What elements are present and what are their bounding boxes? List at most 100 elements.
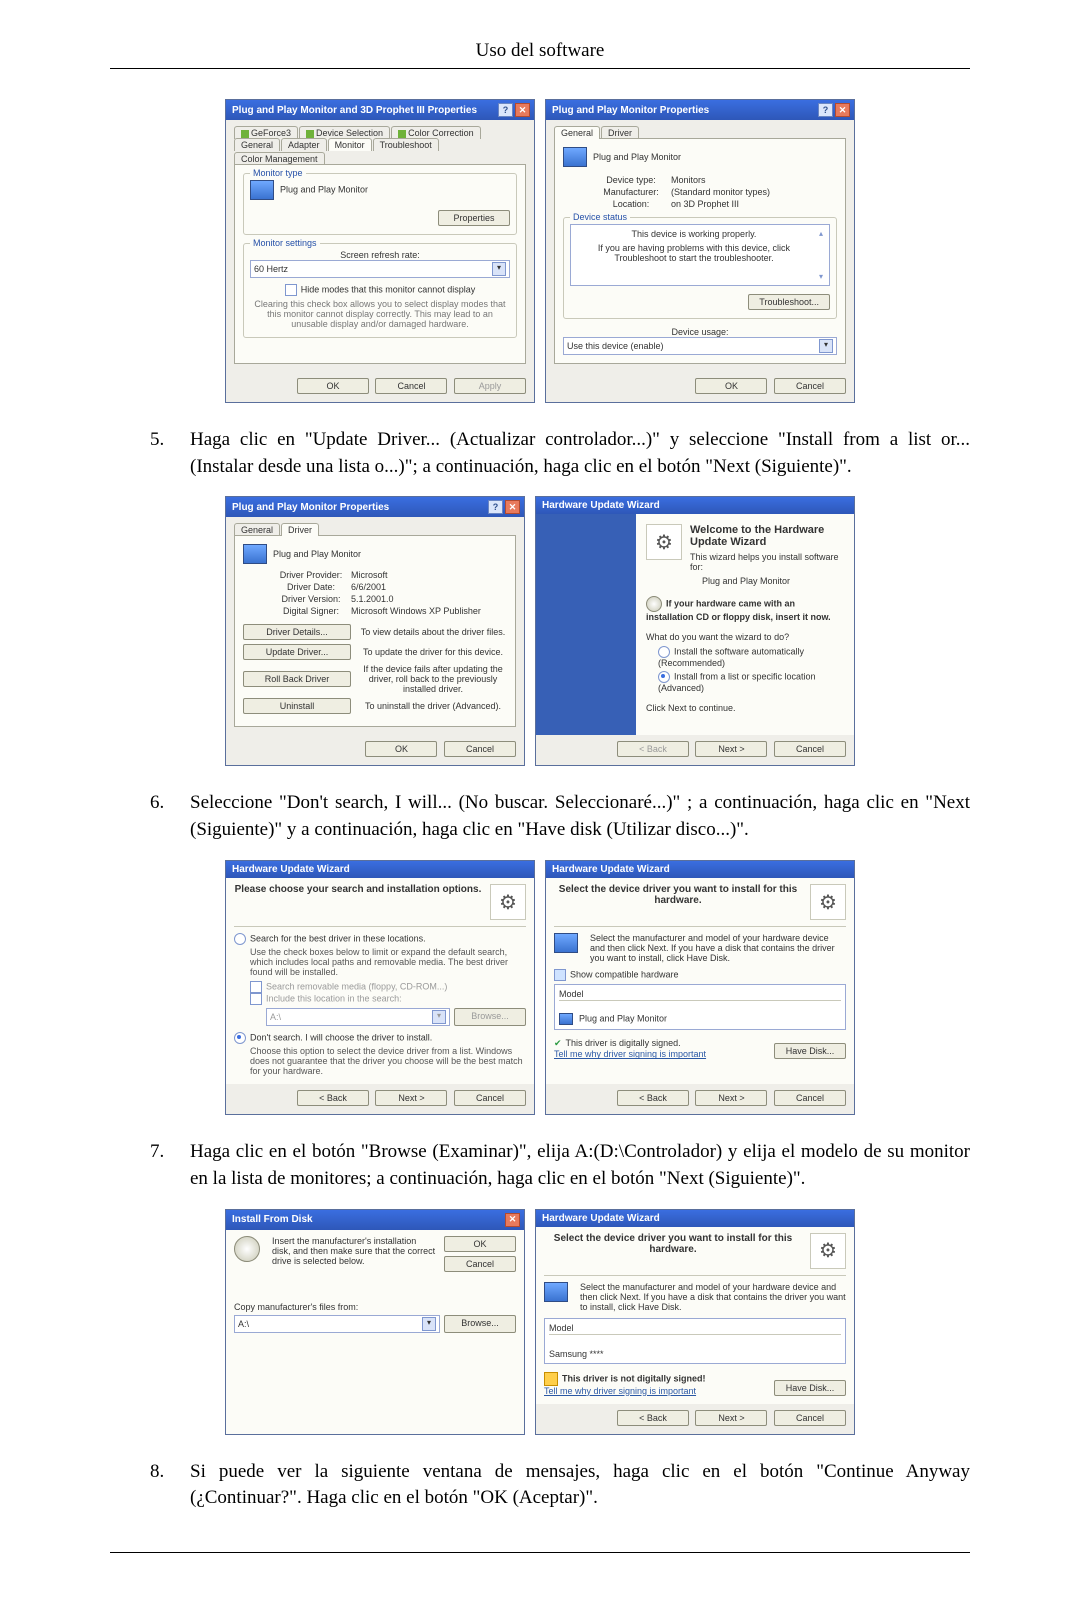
step-text: Haga clic en "Update Driver... (Actualiz…: [190, 427, 970, 480]
monitor-icon: [544, 1282, 568, 1302]
tab-general[interactable]: General: [234, 138, 280, 151]
close-icon[interactable]: ✕: [505, 500, 520, 514]
rollback-driver-desc: If the device fails after updating the d…: [359, 664, 507, 694]
radio-advanced[interactable]: [658, 671, 670, 683]
dlg-hardware-wizard-select2: Hardware Update Wizard Select the device…: [535, 1209, 855, 1435]
back-button[interactable]: < Back: [617, 1410, 689, 1426]
cancel-button[interactable]: Cancel: [774, 741, 846, 757]
chevron-down-icon: ▾: [422, 1317, 436, 1331]
have-disk-button[interactable]: Have Disk...: [774, 1043, 846, 1059]
have-disk-button[interactable]: Have Disk...: [774, 1380, 846, 1396]
browse-button: Browse...: [454, 1008, 526, 1026]
cancel-button[interactable]: Cancel: [454, 1090, 526, 1106]
close-icon[interactable]: ✕: [835, 103, 850, 117]
dlg-title: Plug and Play Monitor Properties: [232, 502, 389, 513]
step-text: Si puede ver la siguiente ventana de men…: [190, 1459, 970, 1512]
dlg-title: Hardware Update Wizard: [232, 864, 350, 875]
devtype-key: Device type:: [591, 175, 671, 185]
cancel-button[interactable]: Cancel: [375, 378, 447, 394]
radio-dont-search-note: Choose this option to select the device …: [250, 1046, 526, 1076]
rollback-driver-button[interactable]: Roll Back Driver: [243, 671, 351, 687]
tab-adapter[interactable]: Adapter: [281, 138, 327, 151]
signer-key: Digital Signer:: [271, 606, 351, 616]
ok-button[interactable]: OK: [297, 378, 369, 394]
cancel-button[interactable]: Cancel: [774, 1410, 846, 1426]
monitor-icon: [554, 933, 578, 953]
wizard-device-name: Plug and Play Monitor: [702, 576, 844, 586]
chk-include-loc-label: Include this location in the search:: [266, 994, 402, 1004]
device-usage-label: Device usage:: [563, 327, 837, 337]
monitor-type-label: Monitor type: [250, 168, 306, 178]
refresh-rate-select[interactable]: 60 Hertz ▾: [250, 260, 510, 278]
monitor-name: Plug and Play Monitor: [280, 184, 368, 194]
cancel-button[interactable]: Cancel: [774, 1090, 846, 1106]
next-button[interactable]: Next >: [695, 1090, 767, 1106]
tab-driver[interactable]: Driver: [281, 523, 319, 536]
tab-troubleshoot[interactable]: Troubleshoot: [373, 138, 439, 151]
close-icon[interactable]: ✕: [505, 1213, 520, 1227]
chk-compatible[interactable]: [554, 969, 566, 981]
tab-monitor[interactable]: Monitor: [328, 138, 372, 151]
help-icon[interactable]: ?: [498, 103, 513, 117]
next-button[interactable]: Next >: [375, 1090, 447, 1106]
device-usage-select[interactable]: Use this device (enable) ▾: [563, 337, 837, 355]
ok-button[interactable]: OK: [444, 1236, 516, 1252]
step-text: Seleccione "Don't search, I will... (No …: [190, 790, 970, 843]
uninstall-desc: To uninstall the driver (Advanced).: [359, 701, 507, 711]
dlg-title: Hardware Update Wizard: [552, 864, 670, 875]
date-val: 6/6/2001: [351, 582, 386, 592]
signed-icon: ✔: [554, 1038, 562, 1048]
why-signing-link[interactable]: Tell me why driver signing is important: [554, 1049, 706, 1059]
model-list[interactable]: Model Samsung ****: [544, 1318, 846, 1364]
update-driver-desc: To update the driver for this device.: [359, 647, 507, 657]
model-header: Model: [549, 1323, 841, 1335]
loc-val: on 3D Prophet III: [671, 199, 739, 209]
tab-general[interactable]: General: [554, 126, 600, 139]
browse-button[interactable]: Browse...: [444, 1315, 516, 1333]
cancel-button[interactable]: Cancel: [444, 1256, 516, 1272]
monitor-icon: [563, 147, 587, 167]
monitor-icon: [243, 544, 267, 564]
ok-button[interactable]: OK: [695, 378, 767, 394]
nvidia-icon: [306, 130, 314, 138]
radio-auto[interactable]: [658, 646, 670, 658]
help-icon[interactable]: ?: [818, 103, 833, 117]
divider: [110, 68, 970, 69]
back-button[interactable]: < Back: [297, 1090, 369, 1106]
update-driver-button[interactable]: Update Driver...: [243, 644, 351, 660]
model-list[interactable]: Model Plug and Play Monitor: [554, 984, 846, 1030]
uninstall-button[interactable]: Uninstall: [243, 698, 351, 714]
help-icon[interactable]: ?: [488, 500, 503, 514]
why-signing-link[interactable]: Tell me why driver signing is important: [544, 1386, 696, 1396]
cancel-button[interactable]: Cancel: [774, 378, 846, 394]
close-icon[interactable]: ✕: [515, 103, 530, 117]
cd-note: If your hardware came with an installati…: [646, 599, 831, 623]
cancel-button[interactable]: Cancel: [444, 741, 516, 757]
driver-details-button[interactable]: Driver Details...: [243, 624, 351, 640]
radio-advanced-label: Install from a list or specific location…: [658, 672, 816, 694]
nvidia-icon: [398, 130, 406, 138]
back-button[interactable]: < Back: [617, 1090, 689, 1106]
ok-button[interactable]: OK: [365, 741, 437, 757]
properties-button[interactable]: Properties: [438, 210, 510, 226]
radio-search[interactable]: [234, 933, 246, 945]
copy-from-path[interactable]: A:\▾: [234, 1315, 440, 1333]
signer-val: Microsoft Windows XP Publisher: [351, 606, 481, 616]
wizard-question: What do you want the wizard to do?: [646, 632, 844, 642]
troubleshoot-button[interactable]: Troubleshoot...: [748, 294, 830, 310]
wizard-welcome-title: Welcome to the Hardware Update Wizard: [690, 524, 844, 548]
hide-modes-label: Hide modes that this monitor cannot disp…: [301, 284, 476, 294]
next-button[interactable]: Next >: [695, 1410, 767, 1426]
dlg-pnp-monitor-props-general: Plug and Play Monitor Properties ? ✕ Gen…: [545, 99, 855, 403]
radio-dont-search[interactable]: [234, 1032, 246, 1044]
wizard-instruction: Select the manufacturer and model of you…: [590, 933, 846, 963]
wizard-side-panel: [536, 514, 636, 735]
wizard-help-text: This wizard helps you install software f…: [690, 552, 844, 572]
dlg-title: Hardware Update Wizard: [542, 1213, 660, 1224]
hide-modes-checkbox[interactable]: [285, 284, 297, 296]
chevron-down-icon: ▾: [819, 339, 833, 353]
page-title: Uso del software: [110, 40, 970, 62]
figure-row-3: Hardware Update Wizard Please choose you…: [110, 859, 970, 1115]
next-button[interactable]: Next >: [695, 741, 767, 757]
back-button: < Back: [617, 741, 689, 757]
